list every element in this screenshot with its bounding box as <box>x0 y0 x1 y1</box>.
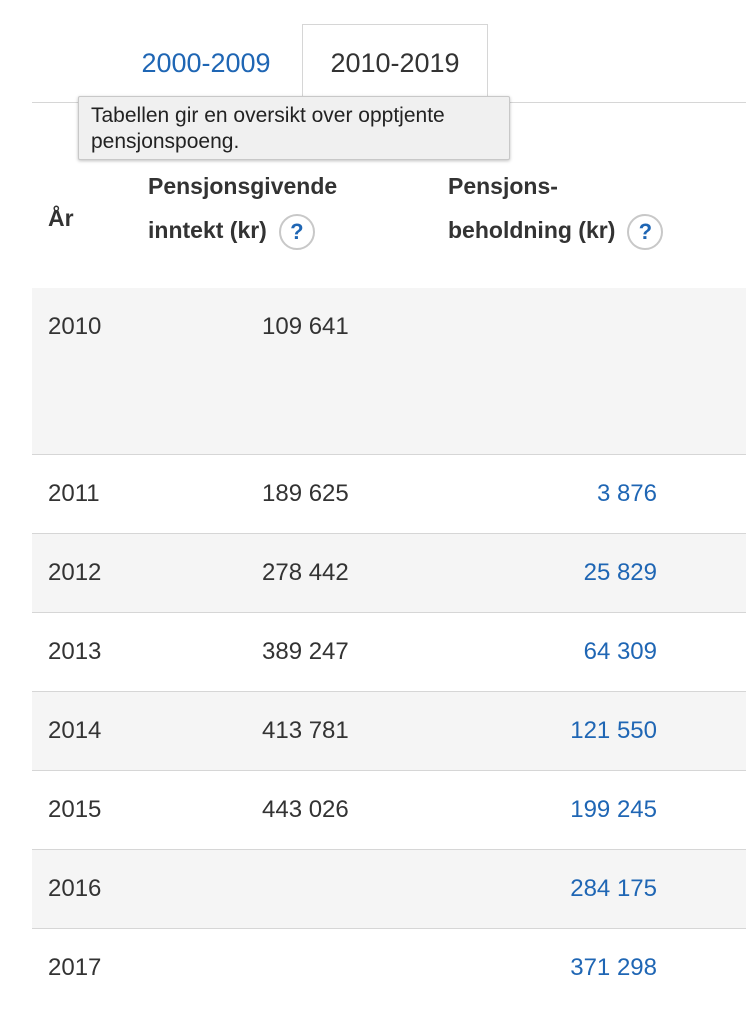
income-header-line2-wrap: inntekt (kr)? <box>148 208 337 252</box>
cell-income: 278 442 <box>262 559 349 586</box>
cell-year: 2013 <box>48 638 102 665</box>
cell-pension-link[interactable]: 121 550 <box>570 718 657 744</box>
column-header-income: Pensjonsgivende inntekt (kr)? <box>148 164 337 252</box>
table-row: 2015 443 026 199 245 <box>32 771 746 850</box>
table-row: 2016 284 175 <box>32 850 746 929</box>
cell-year: 2015 <box>48 796 102 823</box>
income-header-line2: inntekt (kr) <box>148 217 267 243</box>
cell-income: 389 247 <box>262 638 349 665</box>
cell-income: 189 625 <box>262 480 349 507</box>
cell-year: 2011 <box>48 480 100 507</box>
table-row: 2012 278 442 25 829 <box>32 534 746 613</box>
pension-header-line1: Pensjons- <box>448 173 558 199</box>
table-body: 2010 109 641 2011 189 625 3 876 2012 278… <box>32 288 746 1007</box>
pension-help-button[interactable]: ? <box>627 213 664 250</box>
tab-2000-2009[interactable]: 2000-2009 <box>112 24 300 103</box>
table-tooltip: Tabellen gir en oversikt over opptjente … <box>78 96 510 160</box>
tab-2010-2019[interactable]: 2010-2019 <box>302 24 488 103</box>
cell-pension-link[interactable]: 199 245 <box>570 797 657 823</box>
cell-year: 2014 <box>48 717 102 744</box>
cell-year: 2012 <box>48 559 102 586</box>
income-header-line1: Pensjonsgivende <box>148 173 338 199</box>
cell-income: 413 781 <box>262 717 349 744</box>
table-row: 2017 371 298 <box>32 929 746 1007</box>
cell-pension-link[interactable]: 371 298 <box>570 955 657 981</box>
cell-income: 109 641 <box>262 313 349 340</box>
cell-pension-link[interactable]: 64 309 <box>584 639 657 665</box>
decade-tabs: 2000-2009 2010-2019 <box>0 0 746 104</box>
cell-income: 443 026 <box>262 796 349 823</box>
cell-pension-link[interactable]: 25 829 <box>584 560 657 586</box>
table-row: 2014 413 781 121 550 <box>32 692 746 771</box>
table-row: 2011 189 625 3 876 <box>32 455 746 534</box>
cell-year: 2017 <box>48 954 102 981</box>
cell-year: 2010 <box>48 313 102 340</box>
cell-year: 2016 <box>48 875 102 902</box>
cell-pension-link[interactable]: 3 876 <box>597 481 657 507</box>
cell-pension-link[interactable]: 284 175 <box>570 876 657 902</box>
column-header-pension: Pensjons- beholdning (kr)? <box>448 164 664 252</box>
table-row: 2010 109 641 <box>32 288 746 455</box>
income-help-button[interactable]: ? <box>278 213 315 250</box>
column-header-year: År <box>48 205 74 231</box>
table-row: 2013 389 247 64 309 <box>32 613 746 692</box>
pension-header-line2-wrap: beholdning (kr)? <box>448 208 664 252</box>
pension-header-line2: beholdning (kr) <box>448 217 616 243</box>
